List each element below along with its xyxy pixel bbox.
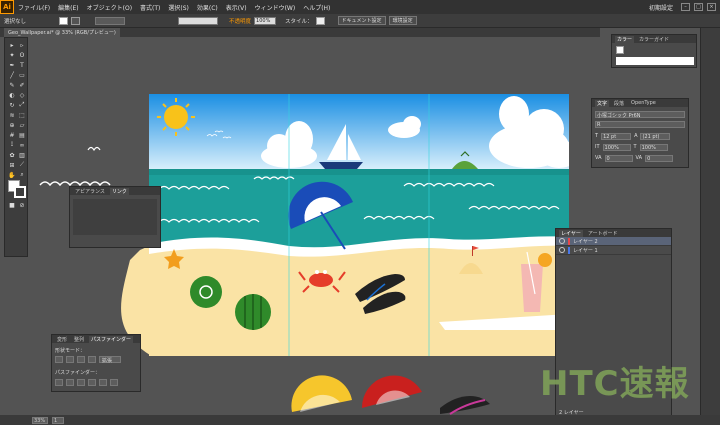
layer-color-chip [568,246,570,254]
font-size-icon: T [595,133,599,139]
artboard-nav-field[interactable]: 1 [52,416,64,424]
stroke-color-box[interactable] [14,186,26,198]
crop-icon[interactable] [88,378,96,386]
free-transform-tool-icon[interactable]: ⬚ [18,111,26,119]
vertical-scale-icon: IT [595,144,600,150]
magic-wand-tool-icon[interactable]: ✦ [8,51,16,59]
layer-name: レイヤー 1 [573,247,598,254]
links-tab[interactable]: リンク [109,187,129,195]
minus-back-icon[interactable] [110,378,118,386]
lasso-tool-icon[interactable]: ʘ [18,51,26,59]
vertical-scale-field[interactable]: 100% [602,143,631,151]
transform-tab[interactable]: 変形 [55,336,69,343]
slice-tool-icon[interactable]: ⟋ [18,161,26,169]
kerning-field[interactable]: 0 [604,154,633,162]
minus-front-icon[interactable] [66,355,74,363]
watermark: HTC速報 [540,364,690,404]
layer-name: レイヤー 2 [573,238,598,245]
font-family-select[interactable]: 小塚ゴシック Pr6N [595,110,685,119]
artboards-tab[interactable]: アートボード [586,230,620,237]
paragraph-tab[interactable]: 段落 [612,100,626,107]
pathfinder-tab[interactable]: パスファインダー [89,335,134,343]
hand-tool-icon[interactable]: ✋ [8,171,16,179]
kerning-icon: VA [595,155,602,161]
visibility-eye-icon[interactable] [559,238,565,244]
layer-row[interactable]: レイヤー 2 [556,237,671,246]
graph-tool-icon[interactable]: ▥ [18,151,26,159]
rotate-tool-icon[interactable]: ↻ [8,101,16,109]
visibility-eye-icon[interactable] [559,247,565,253]
eraser-tool-icon[interactable]: ◇ [18,91,26,99]
shape-builder-tool-icon[interactable]: ⊕ [8,121,16,129]
appearance-tab[interactable]: アピアランス [73,188,107,195]
leading-icon: A [634,133,638,139]
font-style-select[interactable]: R [595,120,685,128]
line-tool-icon[interactable]: ╱ [8,71,16,79]
brush-tool-icon[interactable]: ✎ [8,81,16,89]
character-panel: 文字 段落 OpenType 小塚ゴシック Pr6N R T 12 pt A (… [591,98,689,168]
direct-selection-tool-icon[interactable]: ▹ [18,41,26,49]
width-tool-icon[interactable]: ≋ [8,111,16,119]
color-mode-icon[interactable]: ■ [8,201,16,209]
pencil-tool-icon[interactable]: ✐ [18,81,26,89]
color-guide-tab[interactable]: カラーガイド [637,36,671,43]
links-panel: アピアランス リンク [69,186,161,248]
merge-icon[interactable] [77,378,85,386]
type-tool-icon[interactable]: T [18,61,26,69]
links-list[interactable] [73,199,157,235]
rectangle-tool-icon[interactable]: ▭ [18,71,26,79]
blob-brush-tool-icon[interactable]: ◐ [8,91,16,99]
symbol-sprayer-tool-icon[interactable]: ✿ [8,151,16,159]
mesh-tool-icon[interactable]: # [8,131,16,139]
pathfinder-label: パスファインダー： [55,369,101,376]
layers-tab[interactable]: レイヤー [559,229,583,237]
pathfinder-panel: 変形 整列 パスファインダー 形状モード： 拡張 パスファインダー： [51,334,141,392]
outline-icon[interactable] [99,378,107,386]
divide-icon[interactable] [55,378,63,386]
color-panel: カラー カラーガイド [611,34,697,68]
none-mode-icon[interactable]: ⊘ [18,201,26,209]
blend-tool-icon[interactable]: ∞ [18,141,26,149]
character-tab[interactable]: 文字 [595,99,610,107]
horizontal-scale-field[interactable]: 100% [639,143,668,151]
artboard-tool-icon[interactable]: ⊞ [8,161,16,169]
unite-icon[interactable] [55,355,63,363]
layer-row[interactable]: レイヤー 1 [556,246,671,255]
opentype-tab[interactable]: OpenType [629,100,658,106]
eyedropper-tool-icon[interactable]: ⟟ [8,141,16,149]
intersect-icon[interactable] [77,355,85,363]
color-tab[interactable]: カラー [615,35,635,43]
exclude-icon[interactable] [88,355,96,363]
font-size-field[interactable]: 12 pt [601,132,632,140]
artboard[interactable] [149,94,569,356]
color-fill-chip[interactable] [616,46,624,54]
shape-mode-label: 形状モード： [55,347,86,354]
perspective-tool-icon[interactable]: ▱ [18,121,26,129]
scale-tool-icon[interactable]: ⤢ [18,101,26,109]
pen-tool-icon[interactable]: ✒ [8,61,16,69]
beach-illustration [149,94,569,356]
horizontal-scale-icon: T [633,144,637,150]
toolbox: ▸ ▹ ✦ ʘ ✒ T ╱ ▭ ✎ ✐ ◐ ◇ ↻ ⤢ ≋ ⬚ ⊕ ▱ # ▤ … [4,37,28,257]
zoom-field[interactable]: 33% [32,416,48,424]
tracking-field[interactable]: 0 [645,154,674,162]
color-spectrum[interactable] [616,57,694,65]
status-bar: 33% 1 [0,415,720,425]
align-tab[interactable]: 整列 [72,336,86,343]
tracking-icon: VA [635,155,643,161]
expand-button[interactable]: 拡張 [99,355,121,364]
layer-color-chip [568,237,570,245]
leading-field[interactable]: (21 pt) [640,132,671,140]
zoom-tool-icon[interactable]: ⌕ [18,171,26,179]
selection-tool-icon[interactable]: ▸ [8,41,16,49]
gradient-tool-icon[interactable]: ▤ [18,131,26,139]
trim-icon[interactable] [66,378,74,386]
